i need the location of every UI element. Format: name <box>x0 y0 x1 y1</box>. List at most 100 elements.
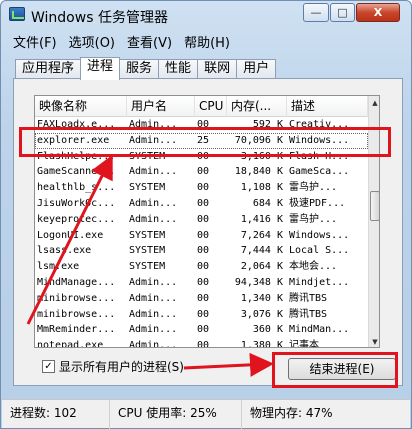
cell-user-name: SYSTEM <box>129 150 166 162</box>
tab-performance[interactable]: 性能 <box>158 59 199 79</box>
table-row[interactable]: explorer.exe Admin... 25 70,096 K Windows... <box>35 132 368 149</box>
cell-description: Mindjet... <box>289 276 350 288</box>
cell-user-name: SYSTEM <box>129 261 166 273</box>
cell-description: Windows... <box>289 134 350 146</box>
process-rows: FAXLoadx.e... Admin... 00 592 K Creativ... ex… <box>35 117 368 348</box>
table-row[interactable]: healthlb_s... SYSTEM 00 1,108 K 雷鸟护... <box>35 180 368 196</box>
cell-user-name: Admin... <box>129 197 178 209</box>
cell-cpu: 00 <box>197 340 210 348</box>
cell-memory: 3,076 K <box>240 308 283 320</box>
cell-description: 腾讯TBS <box>289 292 328 304</box>
table-row[interactable]: FAXLoadx.e... Admin... 00 592 K Creativ... <box>35 117 368 133</box>
table-row[interactable]: MmReminder... Admin... 00 360 K MindMan... <box>35 322 368 338</box>
column-user-name[interactable]: 用户名 <box>127 96 195 117</box>
cell-description: 腾讯TBS <box>289 308 328 320</box>
cell-image-name: JisuWorkOc... <box>37 197 116 209</box>
table-row[interactable]: minibrowse... Admin... 00 3,076 K 腾讯TBS <box>35 307 368 323</box>
cell-description: Windows... <box>289 229 350 241</box>
table-row[interactable]: JisuWorkOc... Admin... 00 684 K 极速PDF... <box>35 196 368 212</box>
cell-user-name: Admin... <box>129 340 178 348</box>
table-row[interactable]: keyeprotec... Admin... 00 1,416 K 雷鸟护... <box>35 212 368 228</box>
cell-cpu: 00 <box>197 119 210 130</box>
vertical-scrollbar[interactable]: ▲ ▼ <box>368 96 379 347</box>
cell-memory: 70,096 K <box>234 134 283 146</box>
cell-memory: 2,064 K <box>240 261 283 273</box>
cell-description: Flash H... <box>289 150 350 162</box>
cell-cpu: 00 <box>197 166 210 178</box>
cell-image-name: minibrowse... <box>37 292 116 304</box>
table-row[interactable]: notepad.exe Admin... 00 1,380 K 记事本 <box>35 338 368 348</box>
tab-applications[interactable]: 应用程序 <box>15 59 82 79</box>
process-list-header: 映像名称 用户名 CPU 内存(... 描述 <box>35 96 368 117</box>
menu-view[interactable]: 查看(V) <box>121 31 178 51</box>
cell-memory: 592 K <box>252 119 283 130</box>
cell-image-name: LogonUI.exe <box>37 229 104 241</box>
cell-cpu: 00 <box>197 261 210 273</box>
tab-processes[interactable]: 进程 <box>80 57 121 80</box>
show-all-users-label[interactable]: 显示所有用户的进程(S) <box>59 358 184 375</box>
menu-options[interactable]: 选项(O) <box>63 31 121 51</box>
cell-memory: 7,444 K <box>240 245 283 257</box>
cell-cpu: 00 <box>197 213 210 225</box>
table-row[interactable]: FlashHelpe... SYSTEM 00 3,160 K Flash H... <box>35 149 368 165</box>
column-description[interactable]: 描述 <box>287 96 368 117</box>
show-all-users-checkbox[interactable]: ✓ <box>42 360 55 373</box>
cell-image-name: FAXLoadx.e... <box>37 119 116 130</box>
table-row[interactable]: lsm.exe SYSTEM 00 2,064 K 本地会... <box>35 259 368 275</box>
cell-image-name: MmReminder... <box>37 324 116 336</box>
cell-cpu: 00 <box>197 182 210 194</box>
cell-cpu: 00 <box>197 292 210 304</box>
table-row[interactable]: LogonUI.exe SYSTEM 00 7,264 K Windows... <box>35 228 368 244</box>
task-manager-window: Windows 任务管理器 — □ X 文件(F) 选项(O) 查看(V) 帮助… <box>0 0 412 429</box>
column-cpu[interactable]: CPU <box>195 96 227 117</box>
table-row[interactable]: MindManage... Admin... 00 94,348 K Mindjet..… <box>35 275 368 291</box>
end-process-button[interactable]: 结束进程(E) <box>288 358 396 380</box>
show-all-users-option[interactable]: ✓ 显示所有用户的进程(S) <box>42 358 184 375</box>
table-row[interactable]: lsass.exe SYSTEM 00 7,444 K Local S... <box>35 243 368 259</box>
cell-image-name: FlashHelpe... <box>37 150 116 162</box>
cell-image-name: lsm.exe <box>37 261 80 273</box>
tab-users[interactable]: 用户 <box>236 59 277 79</box>
maximize-button[interactable]: □ <box>330 3 355 22</box>
tab-services[interactable]: 服务 <box>119 59 160 79</box>
cell-user-name: SYSTEM <box>129 182 166 194</box>
tab-networking[interactable]: 联网 <box>197 59 238 79</box>
cell-description: MindMan... <box>289 324 350 336</box>
menu-file[interactable]: 文件(F) <box>7 31 63 51</box>
cell-user-name: SYSTEM <box>129 245 166 257</box>
scroll-thumb[interactable] <box>370 191 379 221</box>
cell-user-name: SYSTEM <box>129 229 166 241</box>
cell-user-name: Admin... <box>129 324 178 336</box>
cell-description: 雷鸟护... <box>289 213 338 225</box>
table-row[interactable]: GameScanne... Admin... 00 18,840 K GameSca..… <box>35 164 368 180</box>
processes-panel: 映像名称 用户名 CPU 内存(... 描述 FAXLoadx.e... Admi… <box>13 78 403 386</box>
menu-bar: 文件(F) 选项(O) 查看(V) 帮助(H) <box>7 31 236 51</box>
table-row[interactable]: minibrowse... Admin... 00 1,340 K 腾讯TBS <box>35 291 368 307</box>
minimize-button[interactable]: — <box>303 3 329 22</box>
close-button[interactable]: X <box>356 3 400 22</box>
tab-strip: 应用程序 进程 服务 性能 联网 用户 <box>15 57 277 80</box>
cell-image-name: GameScanne... <box>37 166 116 178</box>
cell-image-name: notepad.exe <box>37 340 104 348</box>
cell-cpu: 00 <box>197 150 210 162</box>
process-list[interactable]: 映像名称 用户名 CPU 内存(... 描述 FAXLoadx.e... Admi… <box>34 95 380 348</box>
column-image-name[interactable]: 映像名称 <box>35 96 127 117</box>
cell-cpu: 00 <box>197 197 210 209</box>
cell-memory: 18,840 K <box>234 166 283 178</box>
scroll-down-arrow-icon[interactable]: ▼ <box>369 335 379 347</box>
cell-user-name: Admin... <box>129 308 178 320</box>
cell-memory: 1,340 K <box>240 292 283 304</box>
status-cpu-usage: CPU 使用率: 25% <box>110 400 242 429</box>
cell-image-name: MindManage... <box>37 276 116 288</box>
title-bar[interactable]: Windows 任务管理器 — □ X <box>1 1 411 29</box>
cell-user-name: Admin... <box>129 292 178 304</box>
cell-description: 雷鸟护... <box>289 182 338 194</box>
cell-image-name: lsass.exe <box>37 245 92 257</box>
menu-help[interactable]: 帮助(H) <box>178 31 236 51</box>
status-physical-memory: 物理内存: 47% <box>250 406 333 420</box>
scroll-up-arrow-icon[interactable]: ▲ <box>369 96 379 110</box>
cell-description: 记事本 <box>289 340 319 348</box>
column-memory[interactable]: 内存(... <box>227 96 287 117</box>
cell-description: 本地会... <box>289 261 338 273</box>
cell-memory: 684 K <box>252 197 283 209</box>
